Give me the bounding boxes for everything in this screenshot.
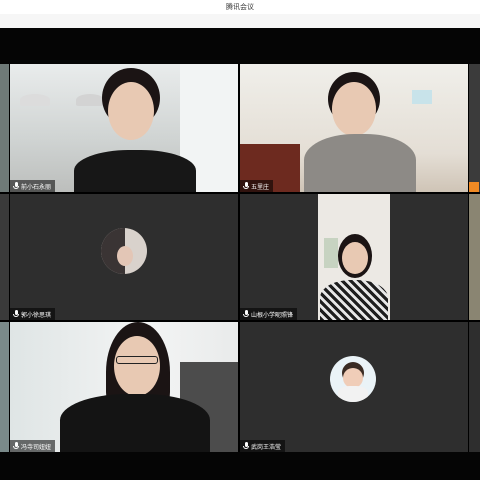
- right-partial-tile-2: [469, 194, 480, 320]
- participant-name: 郭小徐思琪: [21, 311, 52, 319]
- mic-icon: [243, 182, 249, 190]
- mic-icon: [13, 182, 19, 190]
- participant-video-2: [290, 72, 430, 192]
- mic-icon: [243, 442, 249, 450]
- bottom-black-band: [0, 452, 480, 480]
- participant-name: 山根小学昵照锋: [251, 311, 294, 319]
- participant-avatar: [101, 228, 147, 274]
- video-tile-1[interactable]: 前小石永丽: [10, 64, 238, 192]
- video-tile-6[interactable]: 武岗王浩莹: [240, 322, 468, 452]
- video-tile-5[interactable]: 冯寺司妞妞: [10, 322, 238, 452]
- title-bar: 腾讯会议: [0, 0, 480, 14]
- participant-name: 五里庄: [251, 183, 270, 191]
- top-black-band: [0, 28, 480, 64]
- mic-icon: [13, 310, 19, 318]
- glasses: [116, 356, 158, 364]
- right-partial-tile-3: [469, 322, 480, 452]
- participant-name: 武岗王浩莹: [251, 443, 282, 451]
- toolbar-strip: [0, 14, 480, 29]
- participant-caption: 山根小学昵照锋: [240, 308, 298, 320]
- participant-caption: 五里庄: [240, 180, 274, 192]
- participant-name: 前小石永丽: [21, 183, 52, 191]
- participant-video-1: [70, 68, 210, 192]
- host-badge-icon: [469, 182, 479, 192]
- participant-caption: 冯寺司妞妞: [10, 440, 56, 452]
- left-partial-tile-3: [0, 322, 9, 452]
- left-partial-tile-1: [0, 64, 9, 192]
- ceiling-lamp-1: [20, 94, 50, 106]
- participant-name: 冯寺司妞妞: [21, 443, 52, 451]
- right-partial-tile-1: [469, 64, 480, 192]
- participant-video-5: [50, 322, 220, 452]
- left-partial-tile-2: [0, 194, 9, 320]
- video-tile-4[interactable]: 山根小学昵照锋: [240, 194, 468, 320]
- participant-caption: 武岗王浩莹: [240, 440, 286, 452]
- participant-video-4: [318, 234, 390, 320]
- mic-icon: [243, 310, 249, 318]
- mic-icon: [13, 442, 19, 450]
- window-title: 腾讯会议: [226, 3, 254, 11]
- participant-caption: 郭小徐思琪: [10, 308, 56, 320]
- participant-avatar: [330, 356, 376, 402]
- video-tile-3[interactable]: 郭小徐思琪: [10, 194, 238, 320]
- participant-caption: 前小石永丽: [10, 180, 56, 192]
- video-tile-2[interactable]: 五里庄: [240, 64, 468, 192]
